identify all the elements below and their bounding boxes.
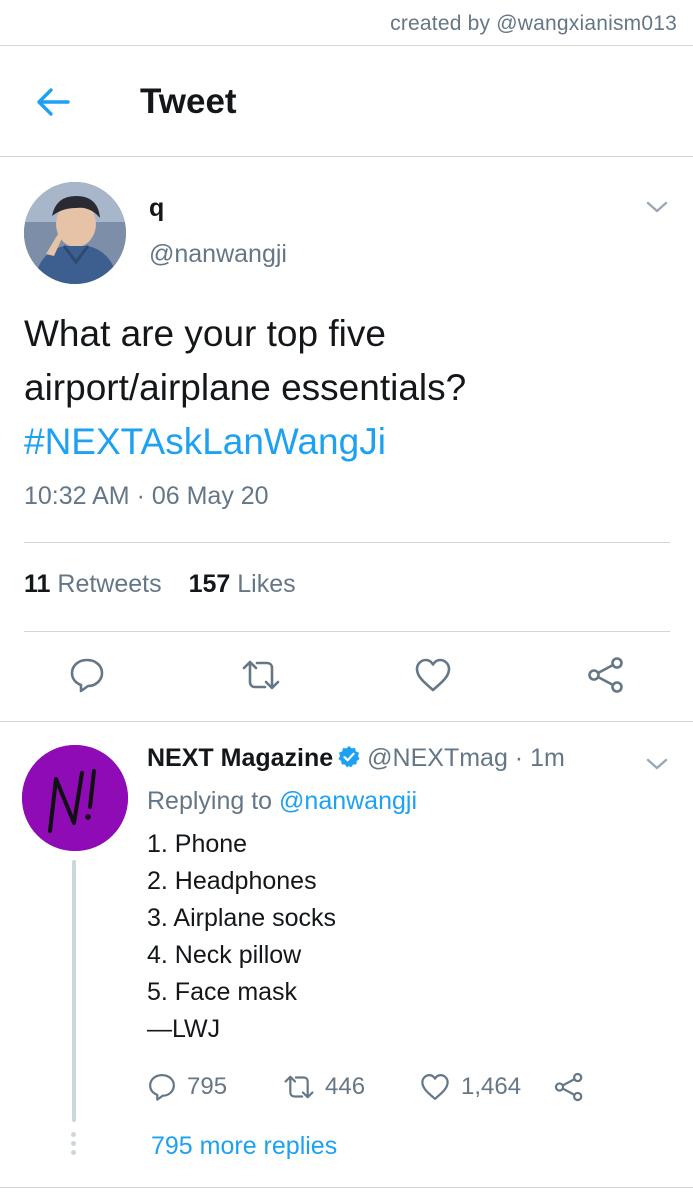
engagement-stats: 11 Retweets 157 Likes: [24, 570, 316, 599]
reply-retweet-button[interactable]: 446: [283, 1072, 365, 1102]
main-tweet: q @nanwangji What are your top five airp…: [0, 157, 693, 722]
share-icon: [588, 657, 623, 693]
retweet-button[interactable]: [240, 654, 282, 696]
author-name[interactable]: q: [149, 194, 164, 223]
chevron-down-icon[interactable]: [643, 754, 671, 774]
reply-author-handle[interactable]: @NEXTmag: [367, 744, 508, 772]
likes-label: Likes: [237, 570, 296, 598]
back-button[interactable]: [30, 82, 76, 122]
retweet-arrows-icon: [242, 660, 280, 690]
reply-text: 1. Phone 2. Headphones 3. Airplane socks…: [147, 826, 336, 1048]
reply-text-line: 3. Airplane socks: [147, 904, 336, 932]
reply-header: NEXT Magazine @NEXTmag · 1m: [147, 744, 565, 773]
credit-bar: created by @wangxianism013: [0, 0, 693, 46]
retweets-stat[interactable]: 11 Retweets: [24, 570, 162, 598]
reply-button[interactable]: [66, 654, 108, 696]
reply-reply-button[interactable]: 795: [147, 1072, 227, 1102]
heart-icon: [421, 1074, 449, 1100]
more-replies-link[interactable]: 795 more replies: [151, 1132, 337, 1161]
divider: [24, 542, 670, 543]
retweets-count: 11: [24, 570, 51, 598]
thread-dots: [71, 1132, 77, 1158]
share-button[interactable]: [585, 654, 627, 696]
reply-text-line: —LWJ: [147, 1015, 221, 1043]
verified-badge-icon: [338, 746, 360, 768]
reply-text-line: 2. Headphones: [147, 867, 317, 895]
reply-text-line: 1. Phone: [147, 830, 248, 858]
reply-text-line: 5. Face mask: [147, 978, 298, 1006]
like-button[interactable]: [412, 654, 454, 696]
avatar-photo: [24, 182, 126, 284]
page-title: Tweet: [140, 82, 237, 121]
share-icon: [554, 1072, 583, 1102]
retweet-arrows-icon: [284, 1075, 314, 1099]
avatar[interactable]: [24, 182, 126, 284]
retweets-label: Retweets: [57, 570, 162, 598]
like-count: 1,464: [461, 1073, 522, 1100]
tweet-timestamp: 10:32 AM · 06 May 20: [24, 482, 269, 510]
speech-bubble-icon: [149, 1074, 175, 1101]
avatar[interactable]: [22, 745, 128, 851]
likes-count: 157: [188, 570, 231, 598]
tweet-text: What are your top five airport/airplane …: [24, 307, 664, 469]
retweet-count: 446: [325, 1073, 366, 1100]
reply-like-button[interactable]: 1,464: [419, 1072, 521, 1102]
author-handle[interactable]: @nanwangji: [149, 240, 287, 269]
likes-stat[interactable]: 157 Likes: [189, 570, 296, 598]
reply-avatar-logo: [22, 745, 128, 851]
divider: [24, 631, 670, 632]
chevron-down-icon[interactable]: [643, 197, 671, 217]
tweet-text-line: What are your top five: [24, 313, 386, 354]
arrow-left-icon: [37, 88, 70, 116]
reply-tweet: NEXT Magazine @NEXTmag · 1m Replying to …: [0, 722, 693, 1188]
mention-link[interactable]: @nanwangji: [279, 787, 417, 815]
thread-line: [72, 860, 76, 1122]
tweet-text-line: airport/airplane essentials?: [24, 367, 467, 408]
creator-credit: created by @wangxianism013: [390, 12, 677, 35]
speech-bubble-icon: [70, 658, 104, 693]
replying-to: Replying to @nanwangji: [147, 787, 417, 816]
tweet-header: Tweet: [0, 46, 693, 157]
hashtag-link[interactable]: #NEXTAskLanWangJi: [24, 415, 664, 469]
reply-text-line: 4. Neck pillow: [147, 941, 302, 969]
reply-author-name[interactable]: NEXT Magazine: [147, 744, 333, 772]
replying-prefix: Replying to: [147, 787, 273, 815]
reply-count: 795: [187, 1073, 228, 1100]
heart-icon: [415, 658, 451, 692]
reply-share-button[interactable]: [553, 1072, 595, 1102]
reply-time: · 1m: [514, 744, 565, 772]
